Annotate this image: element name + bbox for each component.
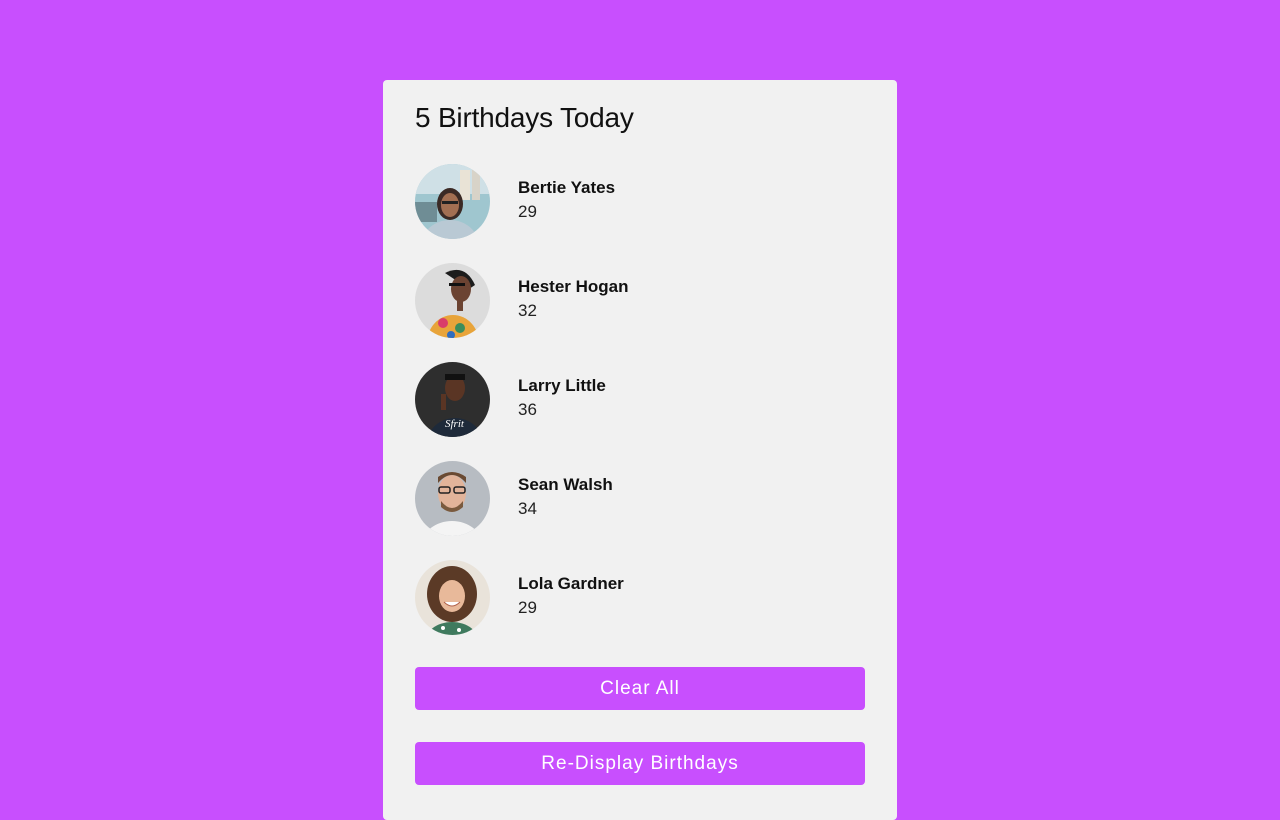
clear-all-button[interactable]: Clear All — [415, 667, 865, 710]
list-item: Sean Walsh 34 — [415, 461, 865, 536]
person-info: Hester Hogan 32 — [518, 276, 629, 323]
person-info: Bertie Yates 29 — [518, 177, 615, 224]
woman-portrait-street-icon — [415, 164, 490, 239]
person-age: 32 — [518, 301, 537, 320]
person-name: Lola Gardner — [518, 574, 624, 593]
person-info: Larry Little 36 — [518, 375, 606, 422]
avatar — [415, 164, 490, 239]
svg-text:Sfrit: Sfrit — [445, 418, 465, 430]
woman-portrait-floral-icon — [415, 263, 490, 338]
list-item: Lola Gardner 29 — [415, 560, 865, 635]
redisplay-birthdays-button[interactable]: Re-Display Birthdays — [415, 742, 865, 785]
man-portrait-dark-icon: Sfrit — [415, 362, 490, 437]
avatar — [415, 461, 490, 536]
avatar — [415, 560, 490, 635]
list-item: Hester Hogan 32 — [415, 263, 865, 338]
man-portrait-glasses-icon — [415, 461, 490, 536]
woman-portrait-curly-icon — [415, 560, 490, 635]
person-age: 36 — [518, 400, 537, 419]
person-age: 34 — [518, 499, 537, 518]
person-name: Larry Little — [518, 376, 606, 395]
avatar: Sfrit — [415, 362, 490, 437]
page-title: 5 Birthdays Today — [415, 102, 634, 133]
person-age: 29 — [518, 598, 537, 617]
person-name: Sean Walsh — [518, 475, 613, 494]
list-item: Bertie Yates 29 — [415, 164, 865, 239]
people-list: Bertie Yates 29 Hester Hogan 32 Sfrit La… — [415, 164, 865, 635]
person-age: 29 — [518, 202, 537, 221]
list-item: Sfrit Larry Little 36 — [415, 362, 865, 437]
person-info: Lola Gardner 29 — [518, 573, 624, 620]
person-name: Bertie Yates — [518, 178, 616, 197]
birthday-card: 5 Birthdays Today Bertie Yates 29 Hester… — [383, 80, 897, 820]
avatar — [415, 263, 490, 338]
person-name: Hester Hogan — [518, 277, 629, 296]
person-info: Sean Walsh 34 — [518, 474, 613, 521]
